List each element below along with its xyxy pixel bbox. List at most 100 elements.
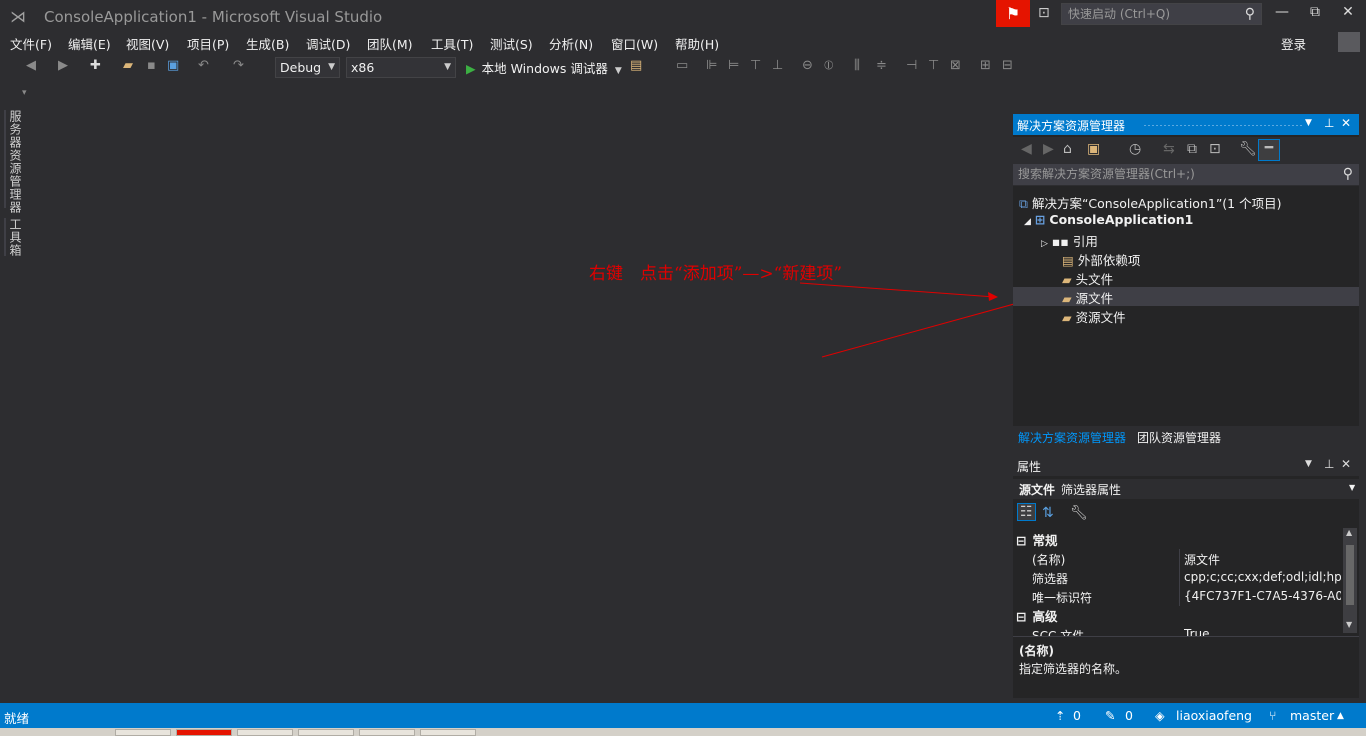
chevron-down-icon: ▼ (1349, 483, 1356, 492)
taskbar-item[interactable] (298, 729, 354, 736)
category-general[interactable]: ⊟ 常规 (1016, 530, 1058, 549)
scrollbar-thumb[interactable] (1346, 545, 1354, 605)
show-all-files-icon[interactable]: ⊡ (1209, 141, 1221, 157)
pending-edit-count[interactable]: 0 (1125, 708, 1133, 723)
property-value[interactable]: 源文件 (1184, 551, 1341, 568)
external-dependencies-icon: ▤ (1062, 253, 1074, 268)
panel-menu-icon[interactable]: ▼ (1305, 118, 1312, 128)
solution-explorer-title: 解决方案资源管理器 (1017, 119, 1126, 133)
tree-project-node[interactable]: ◢ ⊞ ConsoleApplication1 (1024, 212, 1193, 227)
back-icon[interactable]: ◀ (1021, 141, 1032, 157)
switch-views-icon[interactable]: ▣ (1087, 141, 1100, 157)
pin-icon[interactable]: ⊥ (1324, 457, 1334, 471)
tree-item-label: 资源文件 (1075, 310, 1126, 325)
tree-item-source-files[interactable]: ▰ 源文件 (1062, 288, 1113, 307)
properties-wrench-icon[interactable]: 🔧︎ (1239, 141, 1257, 157)
status-bar: 就绪 ⇡ 0 ✎ 0 ◈ liaoxiaofeng ⑂ master ▲ (0, 703, 1366, 728)
property-value[interactable]: cpp;c;cc;cxx;def;odl;idl;hpj;bat;asm;asm… (1184, 570, 1341, 584)
property-description: (名称) 指定筛选器的名称。 (1013, 636, 1359, 698)
taskbar-item[interactable] (237, 729, 293, 736)
pencil-icon[interactable]: ✎ (1105, 708, 1115, 723)
category-advanced[interactable]: ⊟ 高级 (1016, 606, 1058, 625)
tree-item-label: 头文件 (1075, 272, 1114, 287)
alphabetical-icon[interactable]: ⇅ (1042, 505, 1054, 521)
forward-icon[interactable]: ▶ (1043, 141, 1054, 157)
panel-close-icon[interactable]: ✕ (1341, 116, 1351, 130)
taskbar-item[interactable] (115, 729, 171, 736)
annotation-arrow-line-1 (799, 282, 996, 298)
categorized-icon[interactable]: ☷ (1017, 503, 1036, 521)
project-icon: ⊞ (1034, 212, 1046, 227)
solution-icon: ⧉ (1019, 196, 1028, 211)
scroll-up-icon[interactable]: ▲ (1346, 528, 1352, 537)
properties-header: 属性 ▼ ⊥ ✕ (1013, 455, 1359, 476)
home-icon[interactable]: ⌂ (1063, 141, 1072, 157)
properties-object-selector[interactable]: 源文件 筛选器属性 ▼ (1013, 479, 1359, 499)
preview-selected-icon[interactable]: ━ (1258, 139, 1280, 161)
taskbar-item[interactable] (420, 729, 476, 736)
column-divider (1179, 568, 1180, 587)
pin-icon[interactable]: ⊥ (1324, 116, 1334, 130)
tab-team-explorer[interactable]: 团队资源管理器 (1137, 429, 1221, 446)
description-text: 指定筛选器的名称。 (1019, 662, 1128, 676)
tree-solution-node[interactable]: ⧉ 解决方案“ConsoleApplication1”(1 个项目) (1019, 193, 1282, 212)
property-row[interactable]: (名称) 源文件 (1013, 549, 1343, 568)
references-icon: ▪▪ (1051, 234, 1069, 249)
scroll-down-icon[interactable]: ▼ (1346, 620, 1352, 629)
tree-item-label: 引用 (1072, 234, 1098, 249)
column-divider (1179, 587, 1180, 606)
filter-folder-icon: ▰ (1062, 272, 1072, 287)
filter-folder-icon: ▰ (1062, 310, 1072, 325)
status-text: 就绪 (4, 711, 30, 726)
solution-explorer-search-input[interactable]: 搜索解决方案资源管理器(Ctrl+;) ⚲ (1013, 164, 1359, 186)
tree-item-header-files[interactable]: ▰ 头文件 (1062, 269, 1113, 288)
repository-icon[interactable]: ◈ (1155, 708, 1165, 723)
branch-name[interactable]: master (1290, 708, 1334, 723)
tree-item-resource-files[interactable]: ▰ 资源文件 (1062, 307, 1126, 326)
property-row[interactable]: SCC 文件 True (1013, 625, 1343, 636)
tree-item-label: 源文件 (1075, 291, 1114, 306)
column-divider (1179, 549, 1180, 568)
category-label: 高级 (1032, 609, 1058, 624)
solution-label: 解决方案“ConsoleApplication1”(1 个项目) (1031, 196, 1282, 211)
annotation-arrow-line-2 (821, 295, 1044, 358)
property-name: 筛选器 (1032, 572, 1069, 586)
chevron-up-icon[interactable]: ▲ (1337, 711, 1344, 721)
expanded-arrow-icon[interactable]: ◢ (1024, 217, 1031, 227)
sync-icon[interactable]: ⇆ (1163, 141, 1175, 157)
publish-up-icon[interactable]: ⇡ (1055, 708, 1065, 723)
properties-title: 属性 (1017, 460, 1042, 474)
tree-item-external-dependencies[interactable]: ▤ 外部依赖项 (1062, 250, 1140, 269)
search-placeholder: 搜索解决方案资源管理器(Ctrl+;) (1018, 167, 1195, 181)
pending-changes-filter-icon[interactable]: ◷ (1129, 141, 1141, 157)
taskbar-item[interactable] (359, 729, 415, 736)
category-label: 常规 (1032, 533, 1058, 548)
property-value[interactable]: {4FC737F1-C7A5-4376-A066-2A32D752A2FF} (1184, 589, 1341, 603)
filter-folder-icon: ▰ (1062, 291, 1072, 306)
property-name: 唯一标识符 (1032, 591, 1093, 605)
repository-name[interactable]: liaoxiaofeng (1176, 708, 1252, 723)
property-pages-icon[interactable]: 🔧︎ (1070, 505, 1088, 521)
taskbar-item[interactable] (176, 729, 232, 736)
tree-item-references[interactable]: ▷ ▪▪ 引用 (1041, 231, 1098, 250)
panel-close-icon[interactable]: ✕ (1341, 457, 1351, 471)
object-name: 源文件 (1019, 483, 1056, 497)
grip-dots (1143, 124, 1303, 127)
panel-menu-icon[interactable]: ▼ (1305, 459, 1312, 469)
collapse-icon[interactable]: ⊟ (1016, 609, 1026, 624)
collapsed-arrow-icon[interactable]: ▷ (1041, 239, 1048, 249)
description-title: (名称) (1019, 644, 1054, 658)
property-name: SCC 文件 (1032, 629, 1085, 636)
property-row[interactable]: 唯一标识符 {4FC737F1-C7A5-4376-A066-2A32D752A… (1013, 587, 1343, 606)
property-value[interactable]: True (1184, 627, 1341, 636)
property-row[interactable]: 筛选器 cpp;c;cc;cxx;def;odl;idl;hpj;bat;asm… (1013, 568, 1343, 587)
property-name: (名称) (1032, 553, 1066, 567)
collapse-icon[interactable]: ⊟ (1016, 533, 1026, 548)
tree-item-label: 外部依赖项 (1077, 253, 1141, 268)
branch-icon[interactable]: ⑂ (1269, 708, 1277, 723)
unpublished-count[interactable]: 0 (1073, 708, 1081, 723)
tab-solution-explorer[interactable]: 解决方案资源管理器 (1018, 429, 1126, 446)
collapse-all-icon[interactable]: ⧉ (1187, 141, 1197, 157)
annotation-arrowhead-1 (988, 292, 998, 301)
solution-explorer-toolbar: ◀ ▶ ⌂ ▣ ◷ ⇆ ⧉ ⊡ 🔧︎ ━ (1013, 137, 1359, 164)
